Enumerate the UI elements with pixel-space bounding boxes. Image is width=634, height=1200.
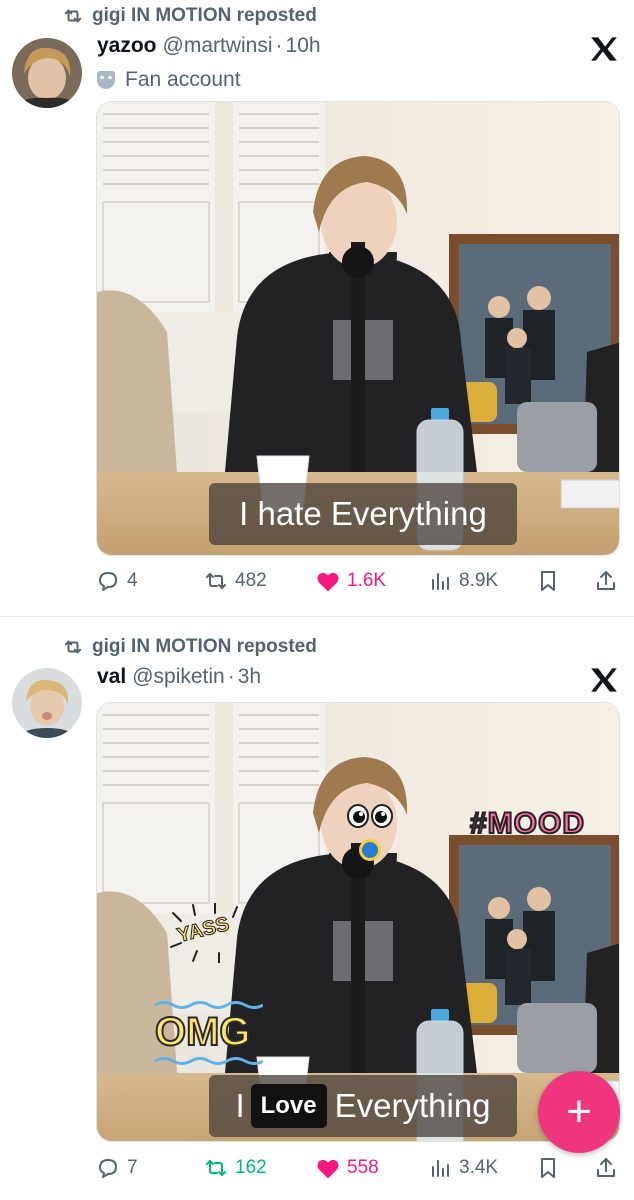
reply-icon [99, 572, 117, 591]
video-caption: I hate Everything [209, 483, 517, 545]
share-button[interactable] [594, 569, 625, 593]
action-bar: 4 482 1.6K 8.9K [96, 566, 620, 596]
heart-icon [317, 1159, 339, 1178]
repost-indicator: gigi IN MOTION reposted [62, 636, 317, 657]
repost-icon [206, 573, 226, 589]
like-button[interactable]: 558 [316, 1156, 379, 1180]
like-button[interactable]: 1.6K [316, 569, 386, 593]
mask-icon [97, 71, 115, 89]
reply-count: 7 [127, 1157, 138, 1178]
yass-sticker: YASS [163, 902, 267, 964]
author-line: yazoo @martwinsi · 10h [97, 34, 321, 58]
like-count: 558 [347, 1157, 379, 1178]
view-count: 8.9K [459, 570, 499, 591]
share-button[interactable] [594, 1156, 625, 1180]
repost-label: gigi IN MOTION reposted [92, 5, 317, 26]
views-button[interactable]: 8.9K [428, 569, 498, 593]
x-logo-icon[interactable] [590, 36, 618, 62]
caption-suffix: Everything [334, 1087, 491, 1124]
repost-label: gigi IN MOTION reposted [92, 636, 317, 657]
reply-button[interactable]: 4 [96, 569, 138, 593]
heart-icon [317, 572, 339, 591]
repost-indicator: gigi IN MOTION reposted [62, 5, 317, 26]
like-count: 1.6K [347, 570, 387, 591]
fan-account-badge: Fan account [97, 68, 241, 92]
x-logo-icon[interactable] [590, 667, 618, 693]
love-sticker: Love [250, 1084, 327, 1128]
views-icon [432, 573, 449, 590]
avatar[interactable] [12, 668, 82, 738]
repost-icon [64, 640, 82, 654]
view-count: 3.4K [459, 1157, 499, 1178]
bookmark-icon [541, 1158, 555, 1178]
pacifier-sticker [359, 839, 381, 861]
omg-sticker: OMG [154, 1009, 252, 1055]
badge-label: Fan account [125, 68, 241, 91]
reply-count: 4 [127, 570, 138, 591]
separator: · [275, 34, 283, 57]
video-caption: I Love Everything [209, 1075, 517, 1137]
eyes-sticker [347, 803, 393, 829]
media-image[interactable]: #MOOD YASS OMG I Love Everything [96, 702, 620, 1142]
repost-button[interactable]: 482 [204, 569, 267, 593]
repost-button[interactable]: 162 [204, 1156, 267, 1180]
caption-prefix: I [235, 1087, 245, 1124]
bookmark-icon [541, 571, 555, 591]
display-name[interactable]: yazoo [97, 34, 157, 58]
username[interactable]: @martwinsi [163, 34, 273, 58]
views-button[interactable]: 3.4K [428, 1156, 498, 1180]
avatar[interactable] [12, 38, 82, 108]
repost-icon [64, 9, 82, 23]
username[interactable]: @spiketin [132, 665, 225, 689]
timestamp[interactable]: 10h [286, 34, 321, 58]
compose-button[interactable]: + [538, 1071, 620, 1153]
views-icon [432, 1160, 449, 1177]
repost-count: 482 [235, 570, 267, 591]
repost-count: 162 [235, 1157, 267, 1178]
reply-icon [99, 1159, 117, 1178]
share-icon [597, 571, 615, 590]
mood-sticker: #MOOD [469, 806, 585, 841]
plus-icon: + [566, 1087, 592, 1136]
separator: · [227, 665, 235, 688]
tweet[interactable]: gigi IN MOTION reposted yazoo @martwinsi… [0, 0, 634, 616]
share-icon [597, 1158, 615, 1177]
reply-button[interactable]: 7 [96, 1156, 138, 1180]
bookmark-button[interactable] [536, 569, 567, 593]
omg-wave-bottom [155, 1057, 263, 1065]
timestamp[interactable]: 3h [238, 665, 261, 689]
repost-icon [206, 1160, 226, 1176]
media-image[interactable]: I hate Everything [96, 101, 620, 556]
author-line: val @spiketin · 3h [97, 665, 261, 689]
display-name[interactable]: val [97, 665, 126, 689]
omg-wave-top [155, 1001, 263, 1009]
bookmark-button[interactable] [536, 1156, 567, 1180]
action-bar: 7 162 558 3.4K [96, 1153, 620, 1183]
